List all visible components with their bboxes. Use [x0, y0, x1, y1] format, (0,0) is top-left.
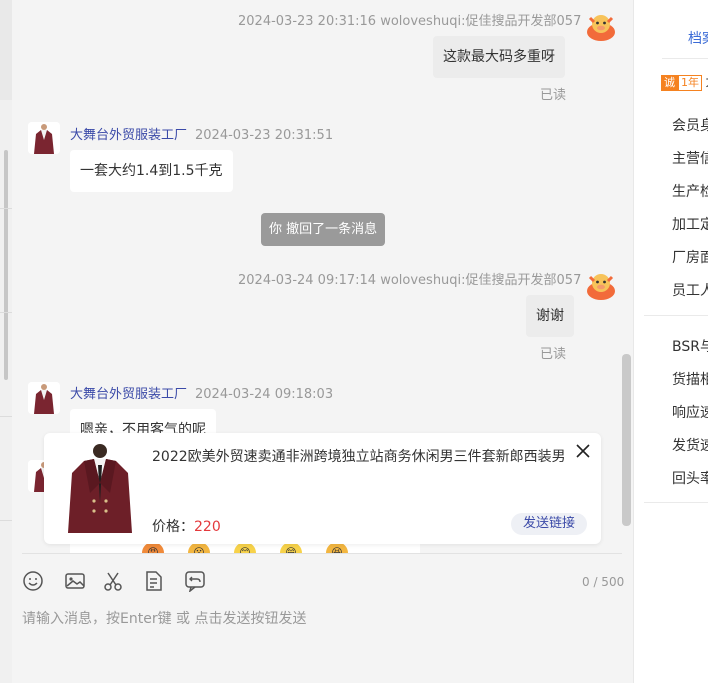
send-link-button[interactable]: 发送链接: [511, 513, 588, 535]
seller-avatar-icon: [28, 382, 60, 414]
read-status: 已读: [540, 88, 567, 103]
panel-item-bsr: BSR与: [672, 339, 708, 355]
left-divider: [0, 208, 12, 209]
message-meta: 2024-03-23 20:31:16 woloveshuqi:促佳搜品开发部0…: [238, 14, 582, 29]
trust-badge: 诚1年 大: [661, 75, 708, 91]
message-meta: 大舞台外贸服装工厂 2024-03-23 20:31:51: [70, 124, 333, 143]
left-divider: [0, 520, 12, 521]
panel-item-production: 生产检: [672, 184, 708, 200]
close-icon[interactable]: [575, 443, 591, 459]
message-time: 2024-03-23 20:31:51: [195, 128, 334, 143]
panel-item-shipping: 发货速: [672, 438, 708, 454]
message-time: 2024-03-24 09:18:03: [195, 387, 334, 402]
sender-name[interactable]: 大舞台外贸服装工厂: [70, 128, 187, 143]
product-price: 价格：220: [152, 516, 221, 536]
input-divider: [22, 553, 622, 554]
chat-window: 2024-03-23 20:31:16 woloveshuqi:促佳搜品开发部0…: [12, 0, 633, 683]
product-title[interactable]: 2022欧美外贸速卖通非洲跨境独立站商务休闲男三件套新郎西装男: [152, 445, 572, 469]
panel-item-custom: 加工定: [672, 217, 708, 233]
years-badge: 1年: [678, 75, 702, 91]
panel-item-description: 货描相: [672, 372, 708, 388]
message-input-area: 0 / 500 请输入消息，按Enter键 或 点击发送按钮发送: [12, 553, 633, 683]
sender-name[interactable]: 大舞台外贸服装工厂: [70, 387, 187, 402]
panel-item-repeat: 回头率: [672, 471, 708, 487]
cow-avatar-icon: [587, 15, 615, 41]
document-icon[interactable]: [143, 570, 165, 592]
panel-divider: [644, 315, 708, 316]
panel-divider: [644, 502, 708, 503]
price-value: 220: [194, 519, 221, 535]
left-strip-header: [0, 0, 12, 100]
cheng-badge: 诚: [661, 75, 678, 91]
message-input[interactable]: 请输入消息，按Enter键 或 点击发送按钮发送: [22, 608, 306, 628]
panel-item-staff: 员工人: [672, 283, 708, 299]
panel-item-member: 会员身: [672, 118, 708, 134]
read-status: 已读: [540, 347, 567, 362]
message-meta: 大舞台外贸服装工厂 2024-03-24 09:18:03: [70, 383, 333, 402]
message-list[interactable]: 2024-03-23 20:31:16 woloveshuqi:促佳搜品开发部0…: [12, 0, 633, 553]
seller-info-panel: 档案 诚1年 大 会员身 主营信 生产检 加工定 厂房面 员工人 BSR与 货描…: [633, 0, 708, 683]
left-scrollbar[interactable]: [4, 150, 8, 380]
left-divider: [0, 416, 12, 417]
tab-underline: [662, 58, 708, 59]
scissors-icon[interactable]: [102, 570, 124, 592]
message-bubble: 这款最大码多重呀: [433, 36, 565, 78]
tab-archive[interactable]: 档案: [688, 28, 708, 48]
product-image[interactable]: [60, 443, 140, 533]
seller-avatar-icon: [28, 122, 60, 154]
panel-item-factory: 厂房面: [672, 250, 708, 266]
image-icon[interactable]: [64, 570, 86, 592]
recall-notice: 你 撤回了一条消息: [261, 213, 386, 246]
left-divider: [0, 312, 12, 313]
product-card: 2022欧美外贸速卖通非洲跨境独立站商务休闲男三件套新郎西装男 价格：220 发…: [44, 433, 601, 544]
message-meta: 2024-03-24 09:17:14 woloveshuqi:促佳搜品开发部0…: [238, 273, 582, 288]
chat-scrollbar[interactable]: [622, 354, 631, 526]
cow-avatar-icon: [587, 274, 615, 300]
panel-item-business: 主营信: [672, 151, 708, 167]
message-bubble: 谢谢: [526, 295, 574, 337]
emoji-icon[interactable]: [22, 570, 44, 592]
left-sidebar-strip: [0, 0, 12, 683]
price-label: 价格：: [152, 519, 194, 535]
message-bubble: 一套大约1.4到1.5千克: [70, 150, 233, 192]
quick-reply-icon[interactable]: [184, 570, 206, 592]
char-counter: 0 / 500: [582, 575, 625, 589]
panel-item-response: 响应速: [672, 405, 708, 421]
